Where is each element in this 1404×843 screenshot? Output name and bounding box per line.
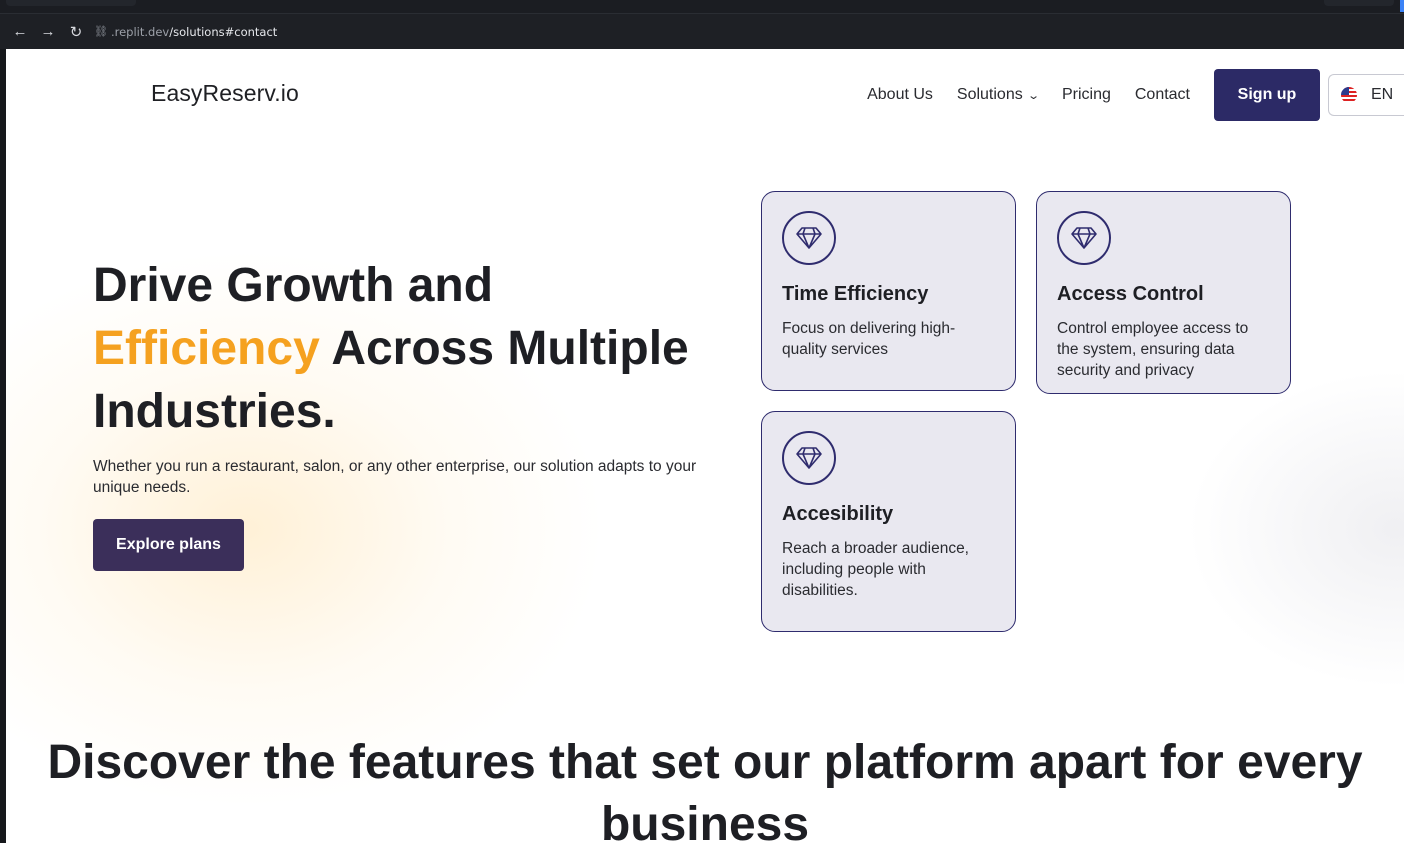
feature-card-accessibility: Accesibility Reach a broader audience, i…	[761, 411, 1016, 632]
logo[interactable]: EasyReserv.io	[151, 80, 299, 107]
url-path: /solutions#contact	[169, 24, 278, 39]
language-selector[interactable]: EN	[1328, 74, 1404, 116]
card-text: Reach a broader audience, including peop…	[782, 540, 969, 599]
hero-subtitle: Whether you run a restaurant, salon, or …	[93, 458, 697, 496]
chevron-down-icon: ⌄	[1026, 89, 1040, 102]
url-field[interactable]: ⛓ .replit.dev /solutions#contact	[94, 25, 277, 39]
card-text: Focus on delivering high-quality service…	[782, 320, 956, 358]
card-text: Control employee access to the system, e…	[1057, 320, 1249, 379]
main-nav: About Us Solutions ⌄ Pricing Contact Sig…	[867, 69, 1404, 121]
nav-solutions-label: Solutions	[956, 86, 1023, 103]
forward-icon[interactable]: →	[34, 18, 62, 46]
hero-title-line1: Drive Growth and	[93, 259, 494, 312]
nav-pricing[interactable]: Pricing	[1062, 86, 1111, 104]
card-title: Accesibility	[782, 503, 894, 525]
background-glow	[1186, 369, 1404, 689]
url-host: .replit.dev	[110, 24, 170, 39]
features-heading: Discover the features that set our platf…	[47, 736, 1363, 843]
reload-icon[interactable]: ↻	[62, 18, 90, 46]
feature-card-access-control: Access Control Control employee access t…	[1036, 191, 1291, 394]
browser-address-bar: ← → ↻ ⛓ .replit.dev /solutions#contact	[0, 14, 1404, 49]
us-flag-icon	[1341, 87, 1357, 103]
browser-tabstrip	[0, 0, 1404, 14]
browser-tab[interactable]	[6, 0, 136, 6]
diamond-icon	[782, 431, 836, 485]
nav-about[interactable]: About Us	[867, 86, 933, 104]
diamond-icon	[782, 211, 836, 265]
language-label: EN	[1371, 86, 1394, 103]
web-page: EasyReserv.io About Us Solutions ⌄ Prici…	[6, 49, 1404, 843]
card-title: Access Control	[1057, 283, 1204, 305]
browser-indicator	[1400, 0, 1404, 12]
explore-plans-button[interactable]: Explore plans	[93, 519, 244, 571]
hero-title-accent: Efficiency	[93, 322, 320, 375]
card-title: Time Efficiency	[782, 283, 929, 305]
back-icon[interactable]: ←	[6, 18, 34, 46]
nav-contact[interactable]: Contact	[1135, 86, 1190, 104]
signup-button[interactable]: Sign up	[1214, 69, 1320, 121]
link-icon: ⛓	[94, 25, 108, 38]
hero-title: Drive Growth and Efficiency Across Multip…	[93, 254, 753, 443]
nav-solutions[interactable]: Solutions ⌄	[956, 86, 1040, 104]
diamond-icon	[1057, 211, 1111, 265]
feature-card-time-efficiency: Time Efficiency Focus on delivering high…	[761, 191, 1016, 391]
browser-tab[interactable]	[1324, 0, 1394, 6]
